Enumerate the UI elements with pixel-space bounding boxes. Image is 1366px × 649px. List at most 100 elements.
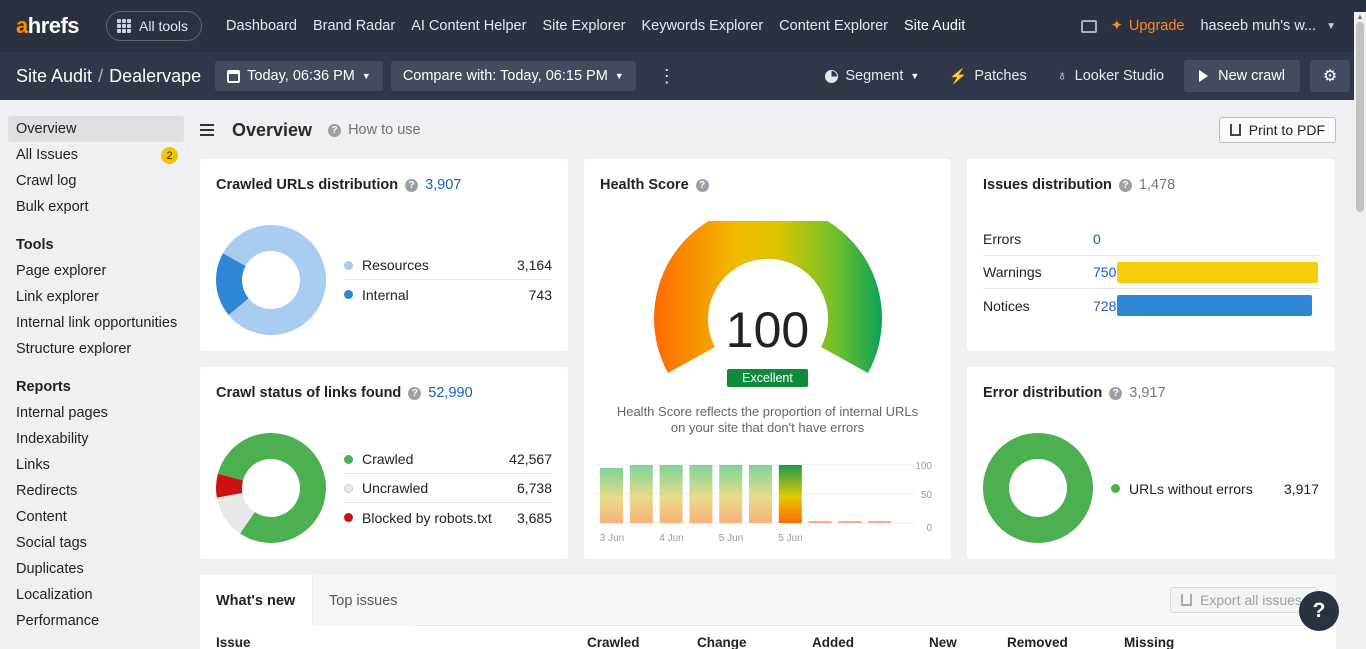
sidebar-item-crawl-log[interactable]: Crawl log — [8, 168, 184, 194]
sidebar-item-content[interactable]: Content — [8, 504, 184, 530]
patches-label: Patches — [974, 68, 1027, 84]
nav-content-explorer[interactable]: Content Explorer — [771, 18, 896, 34]
sidebar-item-bulk-export[interactable]: Bulk export — [8, 194, 184, 220]
segment-label: Segment — [845, 68, 904, 84]
legend-item-uncrawled[interactable]: Uncrawled 6,738 — [344, 474, 552, 503]
help-circle-icon[interactable]: ? — [408, 386, 422, 400]
column-header-added[interactable]: Added — [812, 635, 854, 649]
legend-item-urls-without-errors[interactable]: URLs without errors 3,917 — [1111, 474, 1319, 503]
nav-ai-content-helper[interactable]: AI Content Helper — [403, 18, 534, 34]
sidebar-item-internal-pages[interactable]: Internal pages — [8, 400, 184, 426]
tab-whats-new[interactable]: What's new — [200, 575, 312, 626]
column-header-issue[interactable]: Issue — [216, 635, 251, 649]
issue-type-label: Notices — [983, 297, 1030, 314]
issue-count[interactable]: 728 — [1093, 298, 1116, 314]
scroll-up-icon[interactable]: ▲ — [1356, 12, 1364, 21]
legend-item-blocked[interactable]: Blocked by robots.txt 3,685 — [344, 503, 552, 532]
nav-site-explorer[interactable]: Site Explorer — [534, 18, 633, 34]
y-tick-label: 0 — [926, 523, 932, 534]
legend-item-resources[interactable]: Resources 3,164 — [344, 251, 552, 280]
user-account[interactable]: haseeb muh's w... — [1200, 18, 1316, 34]
sidebar-item-social-tags[interactable]: Social tags — [8, 530, 184, 556]
more-options-icon[interactable]: ⋮ — [658, 66, 676, 87]
help-circle-icon[interactable]: ? — [695, 178, 709, 192]
sidebar-item-indexability[interactable]: Indexability — [8, 426, 184, 452]
menu-icon[interactable] — [200, 124, 214, 136]
page-title: Overview — [232, 119, 313, 140]
looker-label: Looker Studio — [1074, 68, 1165, 84]
help-circle-icon[interactable]: ? — [405, 178, 419, 192]
legend-label: URLs without errors — [1129, 480, 1253, 497]
column-header-change[interactable]: Change — [697, 635, 747, 649]
help-circle-icon[interactable]: ? — [1118, 178, 1132, 192]
sidebar-item-internal-link-opportunities[interactable]: Internal link opportunities — [8, 310, 184, 336]
issue-count[interactable]: 0 — [1093, 231, 1101, 247]
help-button[interactable]: ? — [1299, 591, 1339, 631]
crawled-urls-total[interactable]: 3,907 — [425, 177, 461, 193]
chevron-down-icon[interactable]: ▼ — [1326, 21, 1336, 32]
sidebar-item-duplicates[interactable]: Duplicates — [8, 556, 184, 582]
upgrade-link[interactable]: ✦ Upgrade — [1111, 18, 1185, 34]
history-bar[interactable] — [749, 465, 772, 523]
page-scrollbar[interactable]: ▲ — [1354, 12, 1366, 649]
issues-row-warnings[interactable]: Warnings 750 — [983, 256, 1319, 289]
column-header-new[interactable]: New — [929, 635, 957, 649]
column-header-missing[interactable]: Missing — [1124, 635, 1174, 649]
breadcrumb-project[interactable]: Dealervape — [109, 66, 201, 86]
column-header-crawled[interactable]: Crawled — [587, 635, 640, 649]
patches-link[interactable]: ⚡ Patches — [949, 68, 1026, 85]
sidebar-item-structure-explorer[interactable]: Structure explorer — [8, 336, 184, 362]
all-tools-button[interactable]: All tools — [106, 11, 203, 41]
help-circle-icon[interactable]: ? — [328, 123, 342, 137]
sidebar: Overview All Issues 2 Crawl log Bulk expo… — [0, 100, 192, 649]
sidebar-item-all-issues[interactable]: All Issues 2 — [8, 142, 184, 168]
nav-brand-radar[interactable]: Brand Radar — [305, 18, 403, 34]
legend-item-crawled[interactable]: Crawled 42,567 — [344, 445, 552, 474]
ahrefs-logo[interactable]: ahrefs — [16, 13, 96, 39]
sidebar-item-page-explorer[interactable]: Page explorer — [8, 258, 184, 284]
column-header-removed[interactable]: Removed — [1007, 635, 1068, 649]
crawl-date-dropdown[interactable]: Today, 06:36 PM ▼ — [215, 61, 383, 91]
help-circle-icon[interactable]: ? — [1109, 386, 1123, 400]
sidebar-item-performance[interactable]: Performance — [8, 608, 184, 634]
legend-item-internal[interactable]: Internal 743 — [344, 280, 552, 309]
y-tick-label: 50 — [921, 490, 933, 501]
sidebar-item-links[interactable]: Links — [8, 452, 184, 478]
history-bar[interactable] — [868, 521, 892, 523]
breadcrumb-site-audit[interactable]: Site Audit — [16, 66, 92, 86]
history-bar[interactable] — [808, 521, 832, 523]
sparkle-icon: ✦ — [1110, 18, 1123, 34]
looker-studio-link[interactable]: ♁ Looker Studio — [1057, 68, 1164, 84]
history-bar[interactable] — [600, 467, 623, 523]
nav-dashboard[interactable]: Dashboard — [218, 18, 305, 34]
tab-top-issues[interactable]: Top issues — [312, 575, 414, 626]
export-all-issues-button[interactable]: Export all issues — [1170, 587, 1318, 613]
issue-count[interactable]: 750 — [1093, 264, 1116, 280]
donut-slice[interactable] — [983, 433, 1093, 543]
crawl-status-total[interactable]: 52,990 — [428, 385, 472, 401]
health-score-description: Health Score reflects the proportion of … — [584, 404, 951, 436]
monitor-icon[interactable] — [1080, 19, 1097, 33]
history-bar[interactable] — [689, 465, 713, 523]
nav-keywords-explorer[interactable]: Keywords Explorer — [633, 18, 771, 34]
issues-row-errors[interactable]: Errors 0 — [983, 223, 1319, 256]
history-bar[interactable] — [719, 465, 743, 523]
segment-dropdown[interactable]: Segment ▼ — [825, 68, 919, 84]
sidebar-item-overview[interactable]: Overview — [8, 116, 184, 142]
print-to-pdf-button[interactable]: Print to PDF — [1218, 117, 1336, 143]
export-label: Export all issues — [1200, 592, 1302, 608]
nav-site-audit[interactable]: Site Audit — [896, 18, 973, 34]
history-bar[interactable] — [659, 465, 683, 523]
issues-row-notices[interactable]: Notices 728 — [983, 289, 1319, 322]
gear-icon[interactable]: ⚙ — [1310, 60, 1350, 92]
history-bar[interactable] — [838, 521, 862, 523]
how-to-use-link[interactable]: How to use — [348, 122, 421, 138]
history-bar[interactable] — [778, 465, 802, 523]
history-bar[interactable] — [629, 465, 653, 523]
new-crawl-button[interactable]: New crawl — [1184, 60, 1300, 92]
sidebar-item-localization[interactable]: Localization — [8, 582, 184, 608]
sidebar-item-redirects[interactable]: Redirects — [8, 478, 184, 504]
scrollbar-thumb[interactable] — [1356, 22, 1364, 212]
sidebar-item-link-explorer[interactable]: Link explorer — [8, 284, 184, 310]
compare-dropdown[interactable]: Compare with: Today, 06:15 PM ▼ — [390, 61, 636, 91]
